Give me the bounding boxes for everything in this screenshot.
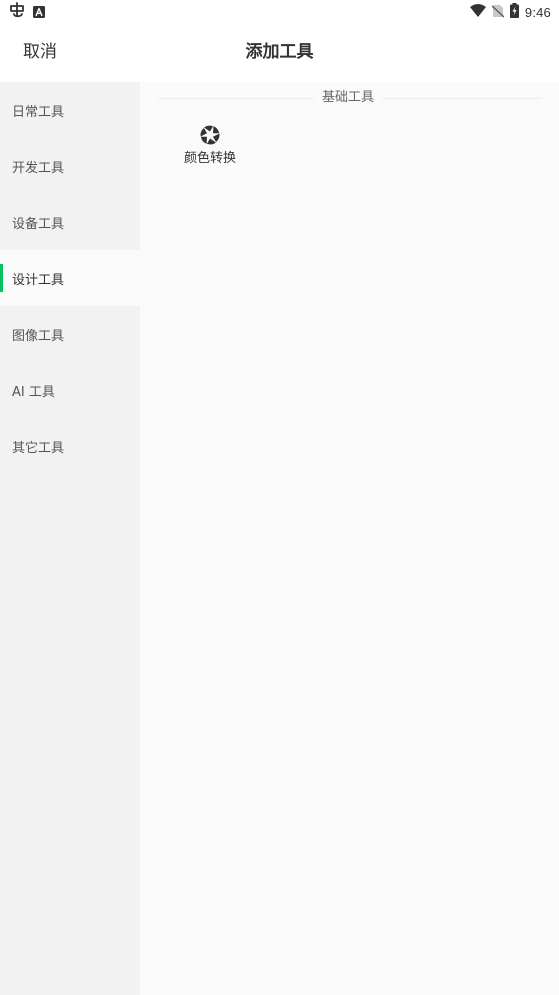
status-bar: 9:46 [0,0,559,24]
status-time: 9:46 [524,4,551,20]
sidebar-item-dev-tools[interactable]: 开发工具 [0,138,140,194]
battery-charging-icon [509,2,519,22]
sidebar-item-ai-tools[interactable]: AI 工具 [0,362,140,418]
category-sidebar: 日常工具 开发工具 设备工具 设计工具 图像工具 AI 工具 其它工具 [0,82,140,995]
app-notification-icon [9,2,25,22]
no-sim-icon [491,3,505,22]
status-bar-left [9,2,45,22]
section-header: 基础工具 [158,90,542,106]
page-title: 添加工具 [245,42,314,62]
tools-content: 基础工具 颜色转换 [140,82,559,995]
tool-label: 颜色转换 [183,151,236,166]
sidebar-item-daily-tools[interactable]: 日常工具 [0,82,140,138]
sidebar-item-label: 开发工具 [12,160,65,176]
sidebar-item-label: 日常工具 [12,104,65,120]
sidebar-item-label: AI 工具 [12,384,55,400]
sidebar-item-label: 图像工具 [12,328,65,344]
section-title: 基础工具 [314,90,383,106]
sidebar-item-label: 其它工具 [12,440,65,456]
wifi-icon [469,3,486,22]
header: 取消 添加工具 [0,24,559,82]
keyboard-a-icon [33,3,45,22]
sidebar-item-design-tools[interactable]: 设计工具 [0,250,140,306]
tool-color-convert[interactable]: 颜色转换 [178,122,242,172]
status-bar-right: 9:46 [469,2,551,22]
sidebar-item-device-tools[interactable]: 设备工具 [0,194,140,250]
sidebar-item-image-tools[interactable]: 图像工具 [0,306,140,362]
aperture-icon [199,124,221,146]
sidebar-item-other-tools[interactable]: 其它工具 [0,418,140,474]
active-indicator [0,264,3,292]
sidebar-item-label: 设计工具 [12,272,65,288]
sidebar-item-label: 设备工具 [12,216,65,232]
